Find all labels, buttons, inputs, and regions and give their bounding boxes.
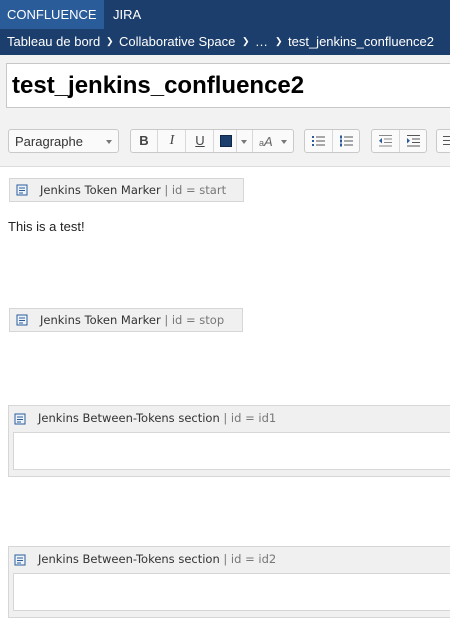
outdent-button[interactable] bbox=[372, 130, 400, 152]
numbered-list-button[interactable] bbox=[333, 130, 360, 152]
macro-icon bbox=[14, 413, 26, 425]
chevron-down-icon bbox=[281, 140, 287, 144]
list-group bbox=[304, 129, 360, 153]
italic-button[interactable]: I bbox=[159, 130, 186, 152]
align-icon bbox=[443, 136, 450, 145]
text-color-button[interactable] bbox=[215, 130, 237, 152]
chevron-down-icon bbox=[241, 140, 247, 144]
macro-name: Jenkins Between-Tokens section bbox=[38, 552, 220, 566]
section-body-editable[interactable] bbox=[13, 432, 450, 470]
editor-toolbar: Paragraphe B I U aA bbox=[0, 117, 450, 167]
breadcrumb-item-ellipsis[interactable]: … bbox=[255, 29, 268, 55]
macro-param: | id = stop bbox=[160, 313, 225, 327]
font-format-icon: aA bbox=[259, 130, 273, 155]
body-paragraph[interactable]: This is a test! bbox=[8, 219, 85, 234]
paragraph-style-select[interactable]: Paragraphe bbox=[8, 129, 119, 153]
paragraph-style-label: Paragraphe bbox=[15, 134, 83, 149]
page-title-input[interactable]: test_jenkins_confluence2 bbox=[6, 63, 450, 108]
title-area: test_jenkins_confluence2 bbox=[0, 55, 450, 117]
bullet-list-icon bbox=[312, 136, 325, 146]
breadcrumb-item-dashboard[interactable]: Tableau de bord bbox=[7, 29, 100, 55]
macro-label: Jenkins Token Marker | id = start bbox=[40, 179, 226, 201]
underline-icon: U bbox=[195, 133, 205, 148]
app-tab-confluence[interactable]: CONFLUENCE bbox=[0, 0, 104, 29]
macro-between-tokens-id1[interactable]: Jenkins Between-Tokens section | id = id… bbox=[8, 405, 450, 477]
breadcrumb-separator-icon: ❯ bbox=[106, 36, 114, 46]
bullet-list-button[interactable] bbox=[305, 130, 333, 152]
numbered-list-icon bbox=[340, 135, 353, 147]
macro-label: Jenkins Between-Tokens section | id = id… bbox=[38, 406, 276, 431]
font-format-button[interactable]: aA bbox=[253, 130, 294, 152]
text-color-dropdown[interactable] bbox=[237, 130, 253, 152]
indent-group bbox=[371, 129, 427, 153]
bold-button[interactable]: B bbox=[131, 130, 158, 152]
underline-button[interactable]: U bbox=[187, 130, 214, 152]
macro-between-tokens-id2[interactable]: Jenkins Between-Tokens section | id = id… bbox=[8, 546, 450, 618]
breadcrumb-separator-icon: ❯ bbox=[242, 36, 250, 46]
chevron-down-icon bbox=[106, 140, 112, 144]
macro-name: Jenkins Between-Tokens section bbox=[38, 411, 220, 425]
macro-icon bbox=[14, 554, 26, 566]
bold-icon: B bbox=[139, 133, 149, 148]
text-format-group: B I U aA bbox=[130, 129, 294, 153]
macro-icon bbox=[16, 314, 28, 326]
macro-label: Jenkins Token Marker | id = stop bbox=[40, 309, 224, 331]
indent-button[interactable] bbox=[400, 130, 427, 152]
macro-token-marker-stop[interactable]: Jenkins Token Marker | id = stop bbox=[9, 308, 243, 332]
macro-token-marker-start[interactable]: Jenkins Token Marker | id = start bbox=[9, 178, 244, 202]
outdent-icon bbox=[379, 135, 392, 147]
app-switcher-bar: CONFLUENCE JIRA bbox=[0, 0, 450, 29]
macro-icon bbox=[16, 184, 28, 196]
section-body-editable[interactable] bbox=[13, 573, 450, 611]
font-size-glyph: A bbox=[264, 134, 273, 149]
breadcrumb-item-current-page[interactable]: test_jenkins_confluence2 bbox=[288, 29, 434, 55]
breadcrumb-item-space[interactable]: Collaborative Space bbox=[119, 29, 235, 55]
breadcrumb-separator-icon: ❯ bbox=[275, 36, 283, 46]
indent-icon bbox=[407, 135, 420, 147]
text-color-icon bbox=[220, 135, 232, 147]
macro-param: | id = start bbox=[160, 183, 227, 197]
macro-name: Jenkins Token Marker bbox=[40, 183, 161, 197]
macro-param: | id = id2 bbox=[219, 552, 277, 566]
overflow-group bbox=[436, 129, 450, 153]
page-title: test_jenkins_confluence2 bbox=[12, 72, 305, 99]
more-button[interactable] bbox=[437, 130, 450, 152]
macro-name: Jenkins Token Marker bbox=[40, 313, 161, 327]
macro-param: | id = id1 bbox=[219, 411, 277, 425]
breadcrumb: Tableau de bord ❯ Collaborative Space ❯ … bbox=[0, 29, 450, 55]
editor-content[interactable]: Jenkins Token Marker | id = start This i… bbox=[0, 168, 450, 635]
italic-icon: I bbox=[169, 133, 175, 148]
macro-label: Jenkins Between-Tokens section | id = id… bbox=[38, 547, 276, 572]
app-tab-jira[interactable]: JIRA bbox=[106, 0, 148, 29]
